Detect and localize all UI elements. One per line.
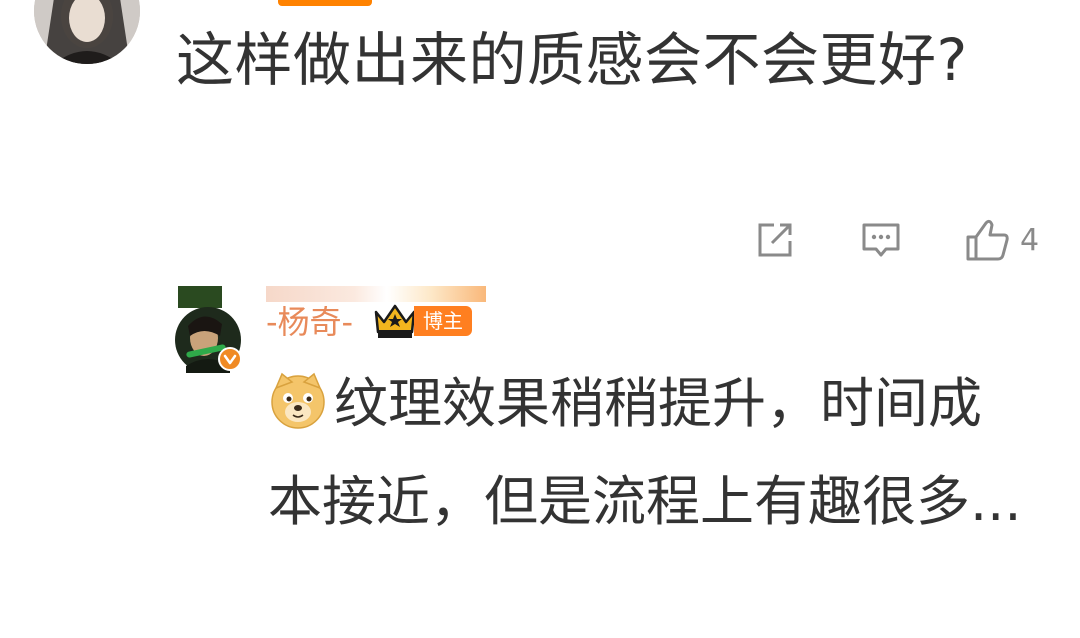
reply-button[interactable] (860, 215, 902, 265)
comment-text: 这样做出来的质感会不会更好? (176, 26, 968, 94)
verified-badge (218, 347, 242, 371)
reply-text: 纹理效果稍稍提升，时间成本接近，但是流程上有趣很多... (268, 355, 1028, 551)
username[interactable]: -杨奇- (266, 302, 353, 342)
avatar[interactable] (34, 0, 140, 64)
crown-icon (372, 300, 418, 340)
thumbs-up-icon (966, 219, 1009, 261)
share-button[interactable] (754, 215, 796, 265)
top-accent-bar (278, 0, 372, 6)
doge-emoji-icon (271, 372, 325, 429)
reply-message: 纹理效果稍稍提升，时间成本接近，但是流程上有趣很多... (268, 372, 1022, 533)
comment-thread: 这样做出来的质感会不会更好? 4 -杨奇- 博主 纹理效果稍稍提升，时间成本接近… (0, 0, 1080, 638)
like-count: 4 (1020, 222, 1040, 258)
comment-icon (862, 223, 900, 257)
like-button[interactable]: 4 (964, 215, 1039, 265)
share-icon (758, 223, 792, 257)
blogger-badge: 博主 (414, 306, 472, 336)
verified-icon (223, 354, 237, 365)
avatar-image (34, 0, 140, 64)
